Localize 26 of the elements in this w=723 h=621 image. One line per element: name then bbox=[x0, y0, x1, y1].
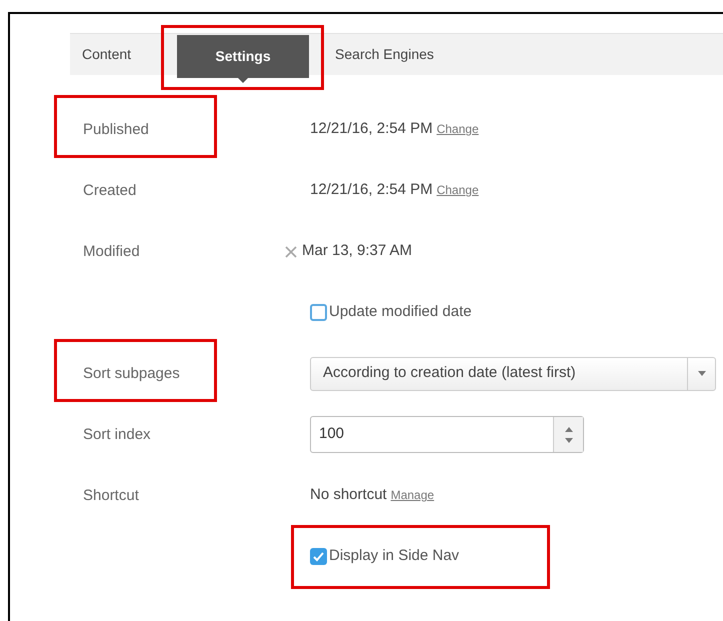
field-label: Published bbox=[83, 120, 149, 138]
checkbox[interactable] bbox=[310, 304, 327, 321]
tab[interactable]: Search Engines bbox=[335, 44, 434, 65]
tab[interactable]: Content bbox=[82, 44, 132, 65]
caret-icon bbox=[698, 371, 706, 376]
stepper-icon[interactable] bbox=[564, 426, 572, 442]
field-label: Sort index bbox=[83, 426, 151, 442]
field-label: Sort subpages bbox=[83, 364, 180, 382]
tab-pointer bbox=[238, 78, 248, 83]
checkbox-label: Display in Side Nav bbox=[329, 546, 460, 566]
sort-select[interactable]: According to creation date (latest first) bbox=[310, 356, 716, 390]
number-field[interactable]: 100 bbox=[310, 416, 584, 453]
value-text: Mar 13, 9:37 AM bbox=[302, 241, 412, 262]
change-link[interactable]: Change bbox=[436, 120, 479, 138]
value-text: No shortcut bbox=[310, 485, 387, 506]
checkbox[interactable] bbox=[310, 548, 327, 565]
value-text: 12/21/16, 2:54 PM bbox=[310, 180, 433, 200]
tab[interactable]: Settings bbox=[177, 35, 310, 78]
field-label: Shortcut bbox=[83, 486, 139, 504]
field-label: Created bbox=[83, 182, 136, 198]
change-link[interactable]: Manage bbox=[390, 486, 434, 504]
change-link[interactable]: Change bbox=[436, 181, 479, 200]
checkbox-label: Update modified date bbox=[329, 302, 472, 322]
close-icon[interactable] bbox=[284, 244, 298, 258]
value-text: 12/21/16, 2:54 PM bbox=[310, 119, 433, 140]
field-label: Modified bbox=[83, 242, 140, 260]
